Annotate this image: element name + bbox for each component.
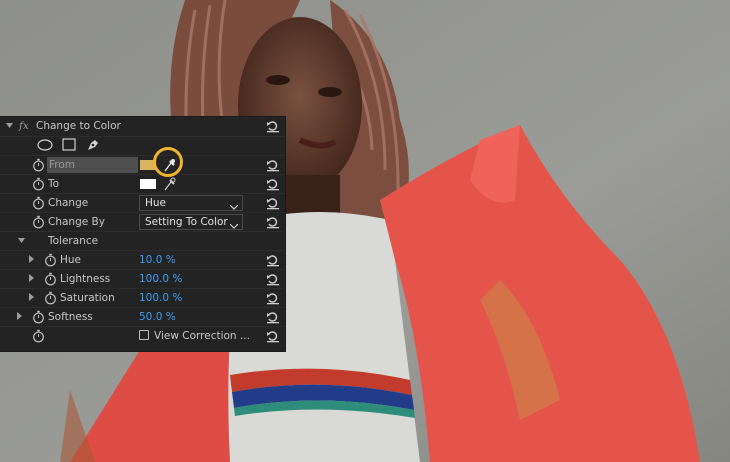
change-dropdown-value: Hue [145, 197, 167, 209]
chevron-down-icon [229, 220, 239, 232]
reset-hue-icon[interactable] [266, 253, 280, 267]
from-label: From [49, 159, 76, 171]
stopwatch-icon[interactable] [32, 215, 45, 229]
change-dropdown[interactable]: Hue [139, 195, 243, 211]
reset-effect-icon[interactable] [266, 119, 280, 133]
reset-change-by-icon[interactable] [266, 215, 280, 229]
collapse-triangle-icon[interactable] [6, 123, 13, 129]
change-by-dropdown[interactable]: Setting To Color [139, 214, 243, 230]
to-row: To [0, 175, 285, 194]
collapse-triangle-icon[interactable] [18, 238, 25, 244]
lightness-row: Lightness 100.0 % [0, 270, 285, 289]
effect-controls-panel: fx Change to Color From To Change Hue Ch… [0, 117, 285, 351]
tolerance-row: Tolerance [0, 232, 285, 251]
expand-triangle-icon[interactable] [29, 274, 35, 282]
fx-badge[interactable]: fx [19, 120, 29, 132]
to-color-swatch[interactable] [140, 179, 156, 189]
reset-view-correction-icon[interactable] [266, 329, 280, 343]
pen-mask-icon[interactable] [86, 138, 100, 155]
eyedropper-icon[interactable] [162, 176, 176, 195]
from-label-field[interactable]: From [47, 157, 138, 173]
stopwatch-icon[interactable] [32, 158, 45, 172]
chevron-down-icon [229, 201, 239, 213]
stopwatch-icon[interactable] [32, 310, 45, 324]
view-correction-row: View Correction ... [0, 327, 285, 346]
effect-header-row: fx Change to Color [0, 117, 285, 137]
stopwatch-icon[interactable] [32, 177, 45, 191]
tolerance-label: Tolerance [48, 235, 99, 247]
reset-change-icon[interactable] [266, 196, 280, 210]
change-by-row: Change By Setting To Color [0, 213, 285, 232]
stopwatch-icon[interactable] [32, 329, 45, 343]
stopwatch-icon[interactable] [44, 291, 57, 305]
softness-row: Softness 50.0 % [0, 308, 285, 327]
mask-tools-row [0, 137, 285, 156]
view-correction-checkbox[interactable] [139, 330, 149, 340]
hue-label: Hue [60, 254, 82, 266]
highlight-ring [153, 147, 183, 177]
change-by-dropdown-value: Setting To Color [145, 216, 228, 228]
stopwatch-icon[interactable] [32, 196, 45, 210]
rectangle-mask-icon[interactable] [62, 138, 76, 154]
reset-lightness-icon[interactable] [266, 272, 280, 286]
saturation-row: Saturation 100.0 % [0, 289, 285, 308]
softness-value[interactable]: 50.0 % [139, 311, 176, 323]
reset-softness-icon[interactable] [266, 310, 280, 324]
hue-value[interactable]: 10.0 % [139, 254, 176, 266]
change-row: Change Hue [0, 194, 285, 213]
change-label: Change [48, 197, 89, 209]
saturation-label: Saturation [60, 292, 115, 304]
change-by-label: Change By [48, 216, 105, 228]
from-row: From [0, 156, 285, 175]
expand-triangle-icon[interactable] [29, 293, 35, 301]
view-correction-label: View Correction ... [154, 330, 250, 342]
stopwatch-icon[interactable] [44, 253, 57, 267]
ellipse-mask-icon[interactable] [37, 139, 53, 154]
hue-row: Hue 10.0 % [0, 251, 285, 270]
to-label: To [48, 178, 60, 190]
lightness-value[interactable]: 100.0 % [139, 273, 182, 285]
expand-triangle-icon[interactable] [17, 312, 23, 320]
stopwatch-icon[interactable] [44, 272, 57, 286]
reset-to-icon[interactable] [266, 177, 280, 191]
reset-from-icon[interactable] [266, 158, 280, 172]
effect-name: Change to Color [36, 120, 121, 132]
lightness-label: Lightness [60, 273, 111, 285]
reset-saturation-icon[interactable] [266, 291, 280, 305]
softness-label: Softness [48, 311, 93, 323]
saturation-value[interactable]: 100.0 % [139, 292, 182, 304]
expand-triangle-icon[interactable] [29, 255, 35, 263]
